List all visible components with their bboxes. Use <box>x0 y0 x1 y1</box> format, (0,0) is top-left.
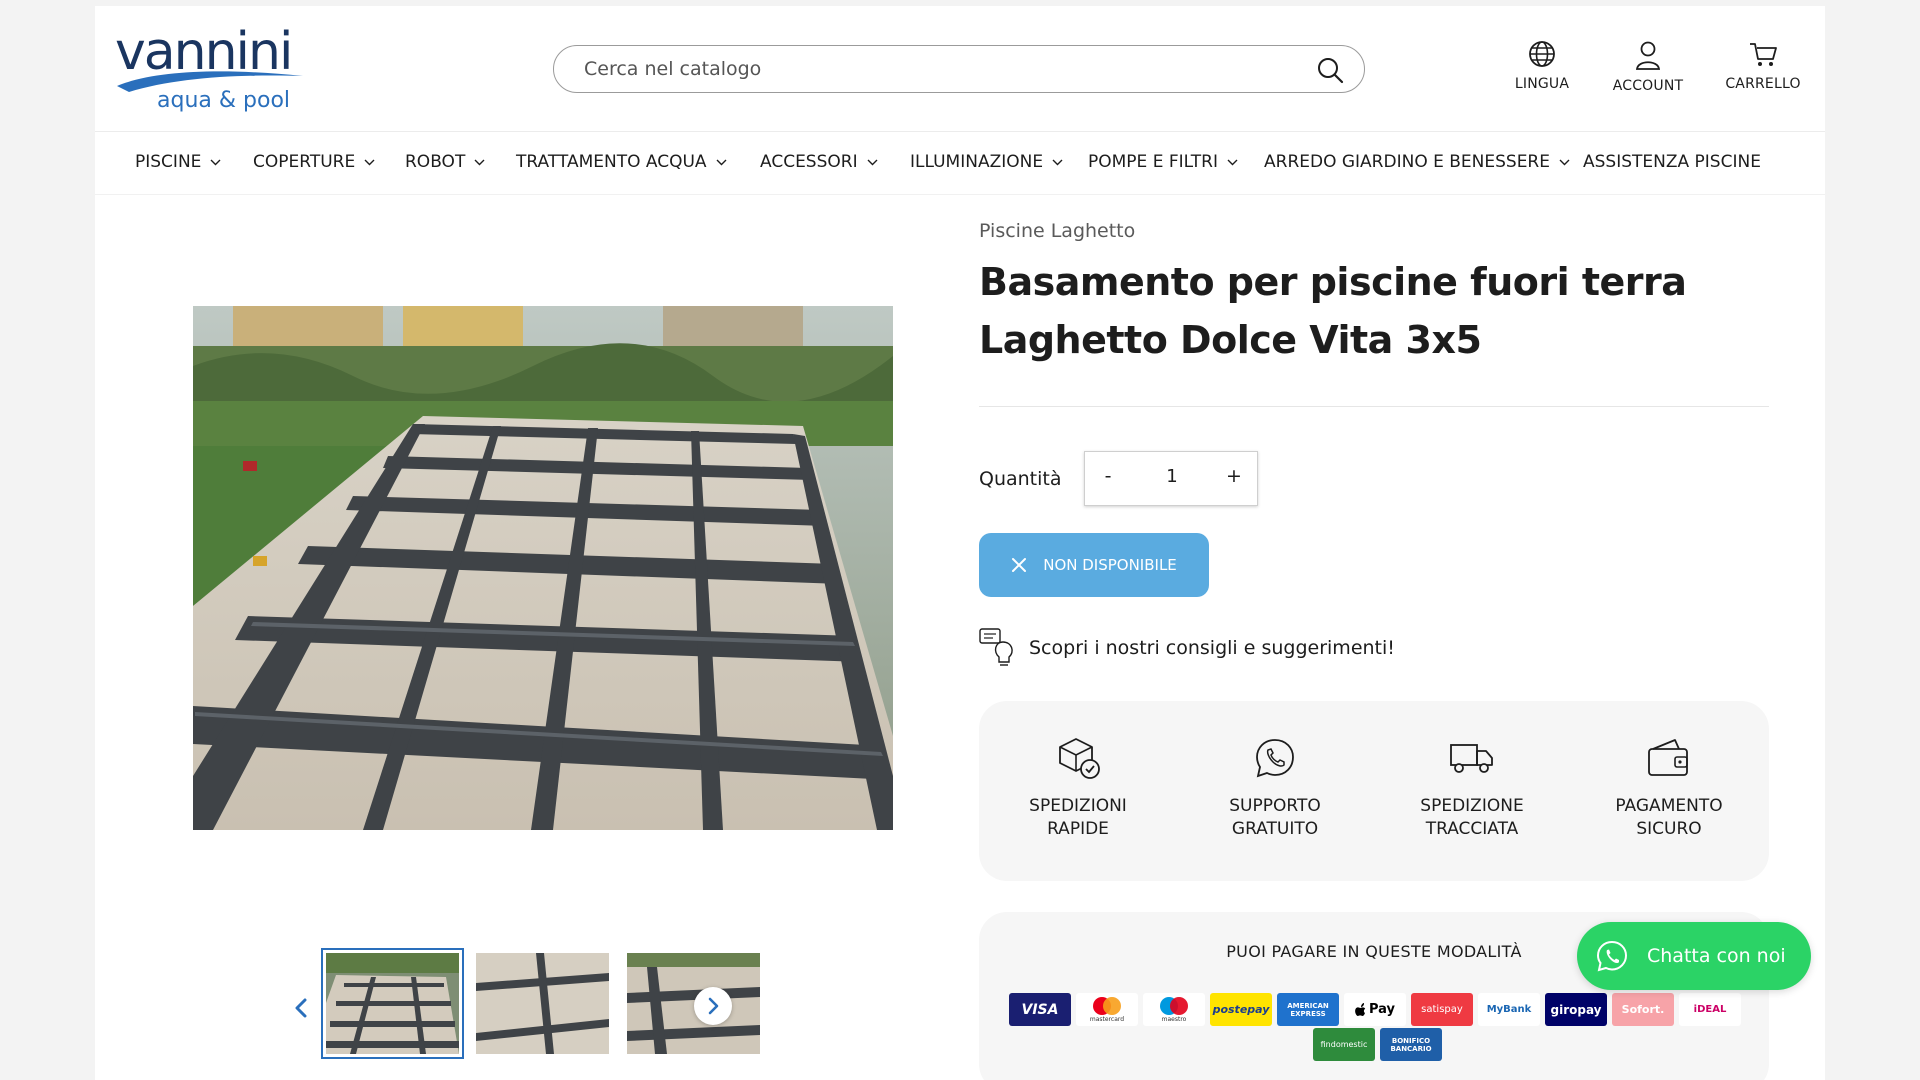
nav-item-arredo-giardino[interactable]: ARREDO GIARDINO E BENESSERE <box>1264 152 1570 172</box>
search-input[interactable] <box>584 56 1284 82</box>
box-check-icon <box>1059 738 1100 779</box>
quantity-input[interactable] <box>1135 466 1209 487</box>
chevron-right-icon <box>708 997 719 1015</box>
search-bar[interactable] <box>553 45 1365 93</box>
product-vendor[interactable]: Piscine Laghetto <box>979 220 1135 242</box>
chevron-down-icon <box>867 159 878 165</box>
cart-button[interactable]: CARRELLO <box>1708 40 1818 104</box>
truck-icon <box>1450 744 1493 773</box>
sofort-logo: Sofort. <box>1612 993 1674 1026</box>
thumbnail-prev-icon[interactable] <box>290 996 314 1020</box>
site-header: vannini aqua & pool LINGUA <box>95 6 1825 131</box>
nav-label: ARREDO GIARDINO E BENESSERE <box>1264 152 1550 172</box>
cart-label: CARRELLO <box>1725 76 1801 92</box>
mybank-logo: MyBank <box>1478 993 1540 1026</box>
nav-item-piscine[interactable]: PISCINE <box>135 152 221 172</box>
giropay-logo: giropay <box>1545 993 1607 1026</box>
close-icon <box>1012 558 1027 572</box>
maestro-logo: maestro <box>1143 993 1205 1026</box>
ideal-logo: iDEAL <box>1679 993 1741 1026</box>
brand-logo[interactable]: vannini aqua & pool <box>115 22 305 120</box>
quantity-decrease-button[interactable]: - <box>1093 465 1123 487</box>
feature-label: SPEDIZIONE TRACCIATA <box>1420 796 1524 839</box>
mastercard-circles-icon <box>1093 997 1121 1015</box>
chat-label: Chatta con noi <box>1647 945 1786 967</box>
search-icon[interactable] <box>1316 56 1344 84</box>
language-button[interactable]: LINGUA <box>1487 40 1597 104</box>
nav-item-illuminazione[interactable]: ILLUMINAZIONE <box>910 152 1063 172</box>
nav-item-pompe-e-filtri[interactable]: POMPE E FILTRI <box>1088 152 1238 172</box>
chevron-down-icon <box>1559 159 1570 165</box>
thumbnail-2[interactable] <box>476 953 609 1054</box>
main-navigation: PISCINE COPERTURE ROBOT TRATTAMENTO ACQU… <box>95 132 1825 194</box>
product-main-image[interactable] <box>193 306 893 830</box>
chevron-down-icon <box>364 159 375 165</box>
brand-tagline: aqua & pool <box>157 88 291 113</box>
nav-label: ILLUMINAZIONE <box>910 152 1044 172</box>
bank-transfer-logo: BONIFICO BANCARIO <box>1380 1028 1442 1061</box>
language-label: LINGUA <box>1514 76 1570 92</box>
nav-item-robot[interactable]: ROBOT <box>405 152 485 172</box>
nav-label: ACCESSORI <box>760 152 858 172</box>
feature-label: SPEDIZIONI RAPIDE <box>1029 796 1127 839</box>
chevron-down-icon <box>210 159 221 165</box>
lightbulb-chat-icon <box>979 628 1013 666</box>
feature-tracked-shipping: SPEDIZIONE TRACCIATA <box>1392 735 1552 841</box>
page: vannini aqua & pool LINGUA <box>95 6 1825 1080</box>
thumbnail-image <box>476 953 609 1054</box>
maestro-circles-icon <box>1160 997 1188 1015</box>
apple-pay-logo: Pay <box>1344 993 1406 1026</box>
nav-label: ROBOT <box>405 152 466 172</box>
features-panel: SPEDIZIONI RAPIDE SUPPORTO GRATUITO SPEDIZ… <box>979 701 1769 881</box>
feature-label: PAGAMENTO SICURO <box>1615 796 1723 839</box>
feature-fast-shipping: SPEDIZIONI RAPIDE <box>998 735 1158 841</box>
cart-icon <box>1750 43 1777 66</box>
nav-item-assistenza-piscine[interactable]: ASSISTENZA PISCINE <box>1583 152 1761 172</box>
nav-divider <box>95 194 1825 195</box>
tips-link[interactable]: Scopri i nostri consigli e suggerimenti! <box>979 628 1395 668</box>
nav-label: TRATTAMENTO ACQUA <box>516 152 707 172</box>
chevron-down-icon <box>474 159 485 165</box>
nav-item-accessori[interactable]: ACCESSORI <box>760 152 878 172</box>
findomestic-logo: findomestic <box>1313 1028 1375 1061</box>
chat-button[interactable]: Chatta con noi <box>1577 922 1811 990</box>
thumbnail-next-button[interactable] <box>694 987 732 1025</box>
feature-secure-payment: PAGAMENTO SICURO <box>1589 735 1749 841</box>
satispay-logo: satispay <box>1411 993 1473 1026</box>
pool-base-photo <box>193 306 893 830</box>
amex-logo: AMERICAN EXPRESS <box>1277 993 1339 1026</box>
quantity-increase-button[interactable]: + <box>1219 465 1249 487</box>
nav-label: PISCINE <box>135 152 202 172</box>
nav-label: ASSISTENZA PISCINE <box>1583 152 1761 172</box>
quantity-label: Quantità <box>979 468 1062 490</box>
thumbnail-1[interactable] <box>321 948 464 1059</box>
quantity-stepper: - + <box>1084 451 1258 506</box>
thumbnail-image <box>326 953 459 1054</box>
tips-text: Scopri i nostri consigli e suggerimenti! <box>1029 637 1395 659</box>
mastercard-logo: mastercard <box>1076 993 1138 1026</box>
feature-label: SUPPORTO GRATUITO <box>1229 796 1321 839</box>
chevron-down-icon <box>1227 159 1238 165</box>
postepay-logo: postepay <box>1210 993 1272 1026</box>
feature-free-support: SUPPORTO GRATUITO <box>1195 735 1355 841</box>
chevron-down-icon <box>716 159 727 165</box>
whatsapp-icon <box>1596 940 1628 972</box>
account-label: ACCOUNT <box>1612 78 1684 94</box>
visa-logo: VISA <box>1009 993 1071 1026</box>
nav-item-trattamento-acqua[interactable]: TRATTAMENTO ACQUA <box>516 152 727 172</box>
nav-label: COPERTURE <box>253 152 356 172</box>
chevron-down-icon <box>1052 159 1063 165</box>
unavailable-label: NON DISPONIBILE <box>1043 556 1177 574</box>
nav-item-coperture[interactable]: COPERTURE <box>253 152 375 172</box>
product-title: Basamento per piscine fuori terra Laghet… <box>979 260 1687 362</box>
wallet-icon <box>1648 739 1688 776</box>
title-divider <box>979 406 1769 407</box>
whatsapp-icon <box>1256 739 1294 778</box>
user-icon <box>1635 41 1661 70</box>
unavailable-button[interactable]: NON DISPONIBILE <box>979 533 1209 597</box>
globe-icon <box>1529 41 1555 67</box>
apple-icon <box>1355 1002 1366 1016</box>
account-button[interactable]: ACCOUNT <box>1593 40 1703 104</box>
nav-label: POMPE E FILTRI <box>1088 152 1218 172</box>
